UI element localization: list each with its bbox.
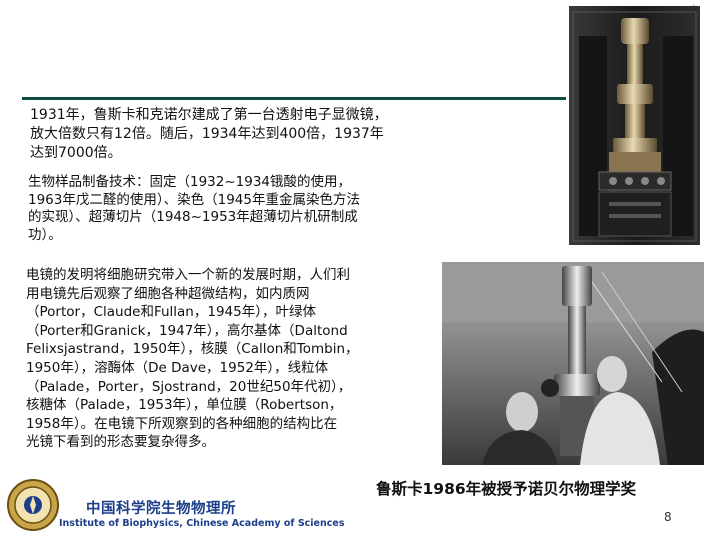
text-line: （Palade，Porter，Sjostrand，20世纪50年代初）， [26, 378, 352, 395]
text-line: 达到7000倍。 [30, 145, 122, 161]
text-line: 1931年，鲁斯卡和克诺尔建成了第一台透射电子显微镜， [30, 107, 388, 123]
text-line: （Porter和Granick，1947年），高尔基体（Daltond [26, 322, 348, 339]
institute-seal-icon [6, 478, 60, 532]
institute-name-en: Institute of Biophysics, Chinese Academy… [59, 518, 345, 529]
page-number: 8 [664, 510, 672, 524]
ultrastructure-paragraph: 电镜的发明将细胞研究带入一个新的发展时期，人们利 用电镜先后观察了细胞各种超微结… [26, 266, 359, 452]
text-line: 功）。 [28, 226, 62, 243]
title-divider [22, 97, 566, 100]
text-line: 核糖体（Palade，1953年），单位膜（Robertson， [26, 397, 343, 414]
text-line: 1963年戊二醛的使用）、染色（1945年重金属染色方法 [28, 191, 360, 208]
text-line: 生物样品制备技术：固定（1932~1934锇酸的使用， [28, 174, 352, 190]
text-line: 放大倍数只有12倍。随后，1934年达到400倍，1937年 [30, 126, 384, 142]
photo-caption: 鲁斯卡1986年被授予诺贝尔物理学奖 [376, 480, 637, 498]
history-paragraph: 1931年，鲁斯卡和克诺尔建成了第一台透射电子显微镜， 放大倍数只有12倍。随后… [30, 106, 388, 163]
scientists-photo [442, 262, 704, 465]
text-line: （Portor，Claude和Fullan，1945年），叶绿体 [26, 304, 316, 321]
text-line: 1950年），溶酶体（De Dave，1952年），线粒体 [26, 359, 329, 376]
microscope-photo [569, 6, 700, 245]
text-line: 电镜的发明将细胞研究带入一个新的发展时期，人们利 [26, 267, 350, 283]
text-line: 的实现）、超薄切片（1948~1953年超薄切片机研制成 [28, 209, 358, 225]
text-line: Felixsjastrand，1950年），核膜（Callon和Tombin， [26, 341, 359, 358]
text-line: 用电镜先后观察了细胞各种超微结构，如内质网 [26, 285, 310, 302]
institute-name-cn: 中国科学院生物物理所 [86, 501, 236, 517]
sample-prep-paragraph: 生物样品制备技术：固定（1932~1934锇酸的使用， 1963年戊二醛的使用）… [28, 174, 360, 244]
text-line: 光镜下看到的形态要复杂得多。 [26, 434, 215, 451]
text-line: 1958年）。在电镜下所观察到的各种细胞的结构比在 [26, 415, 338, 432]
